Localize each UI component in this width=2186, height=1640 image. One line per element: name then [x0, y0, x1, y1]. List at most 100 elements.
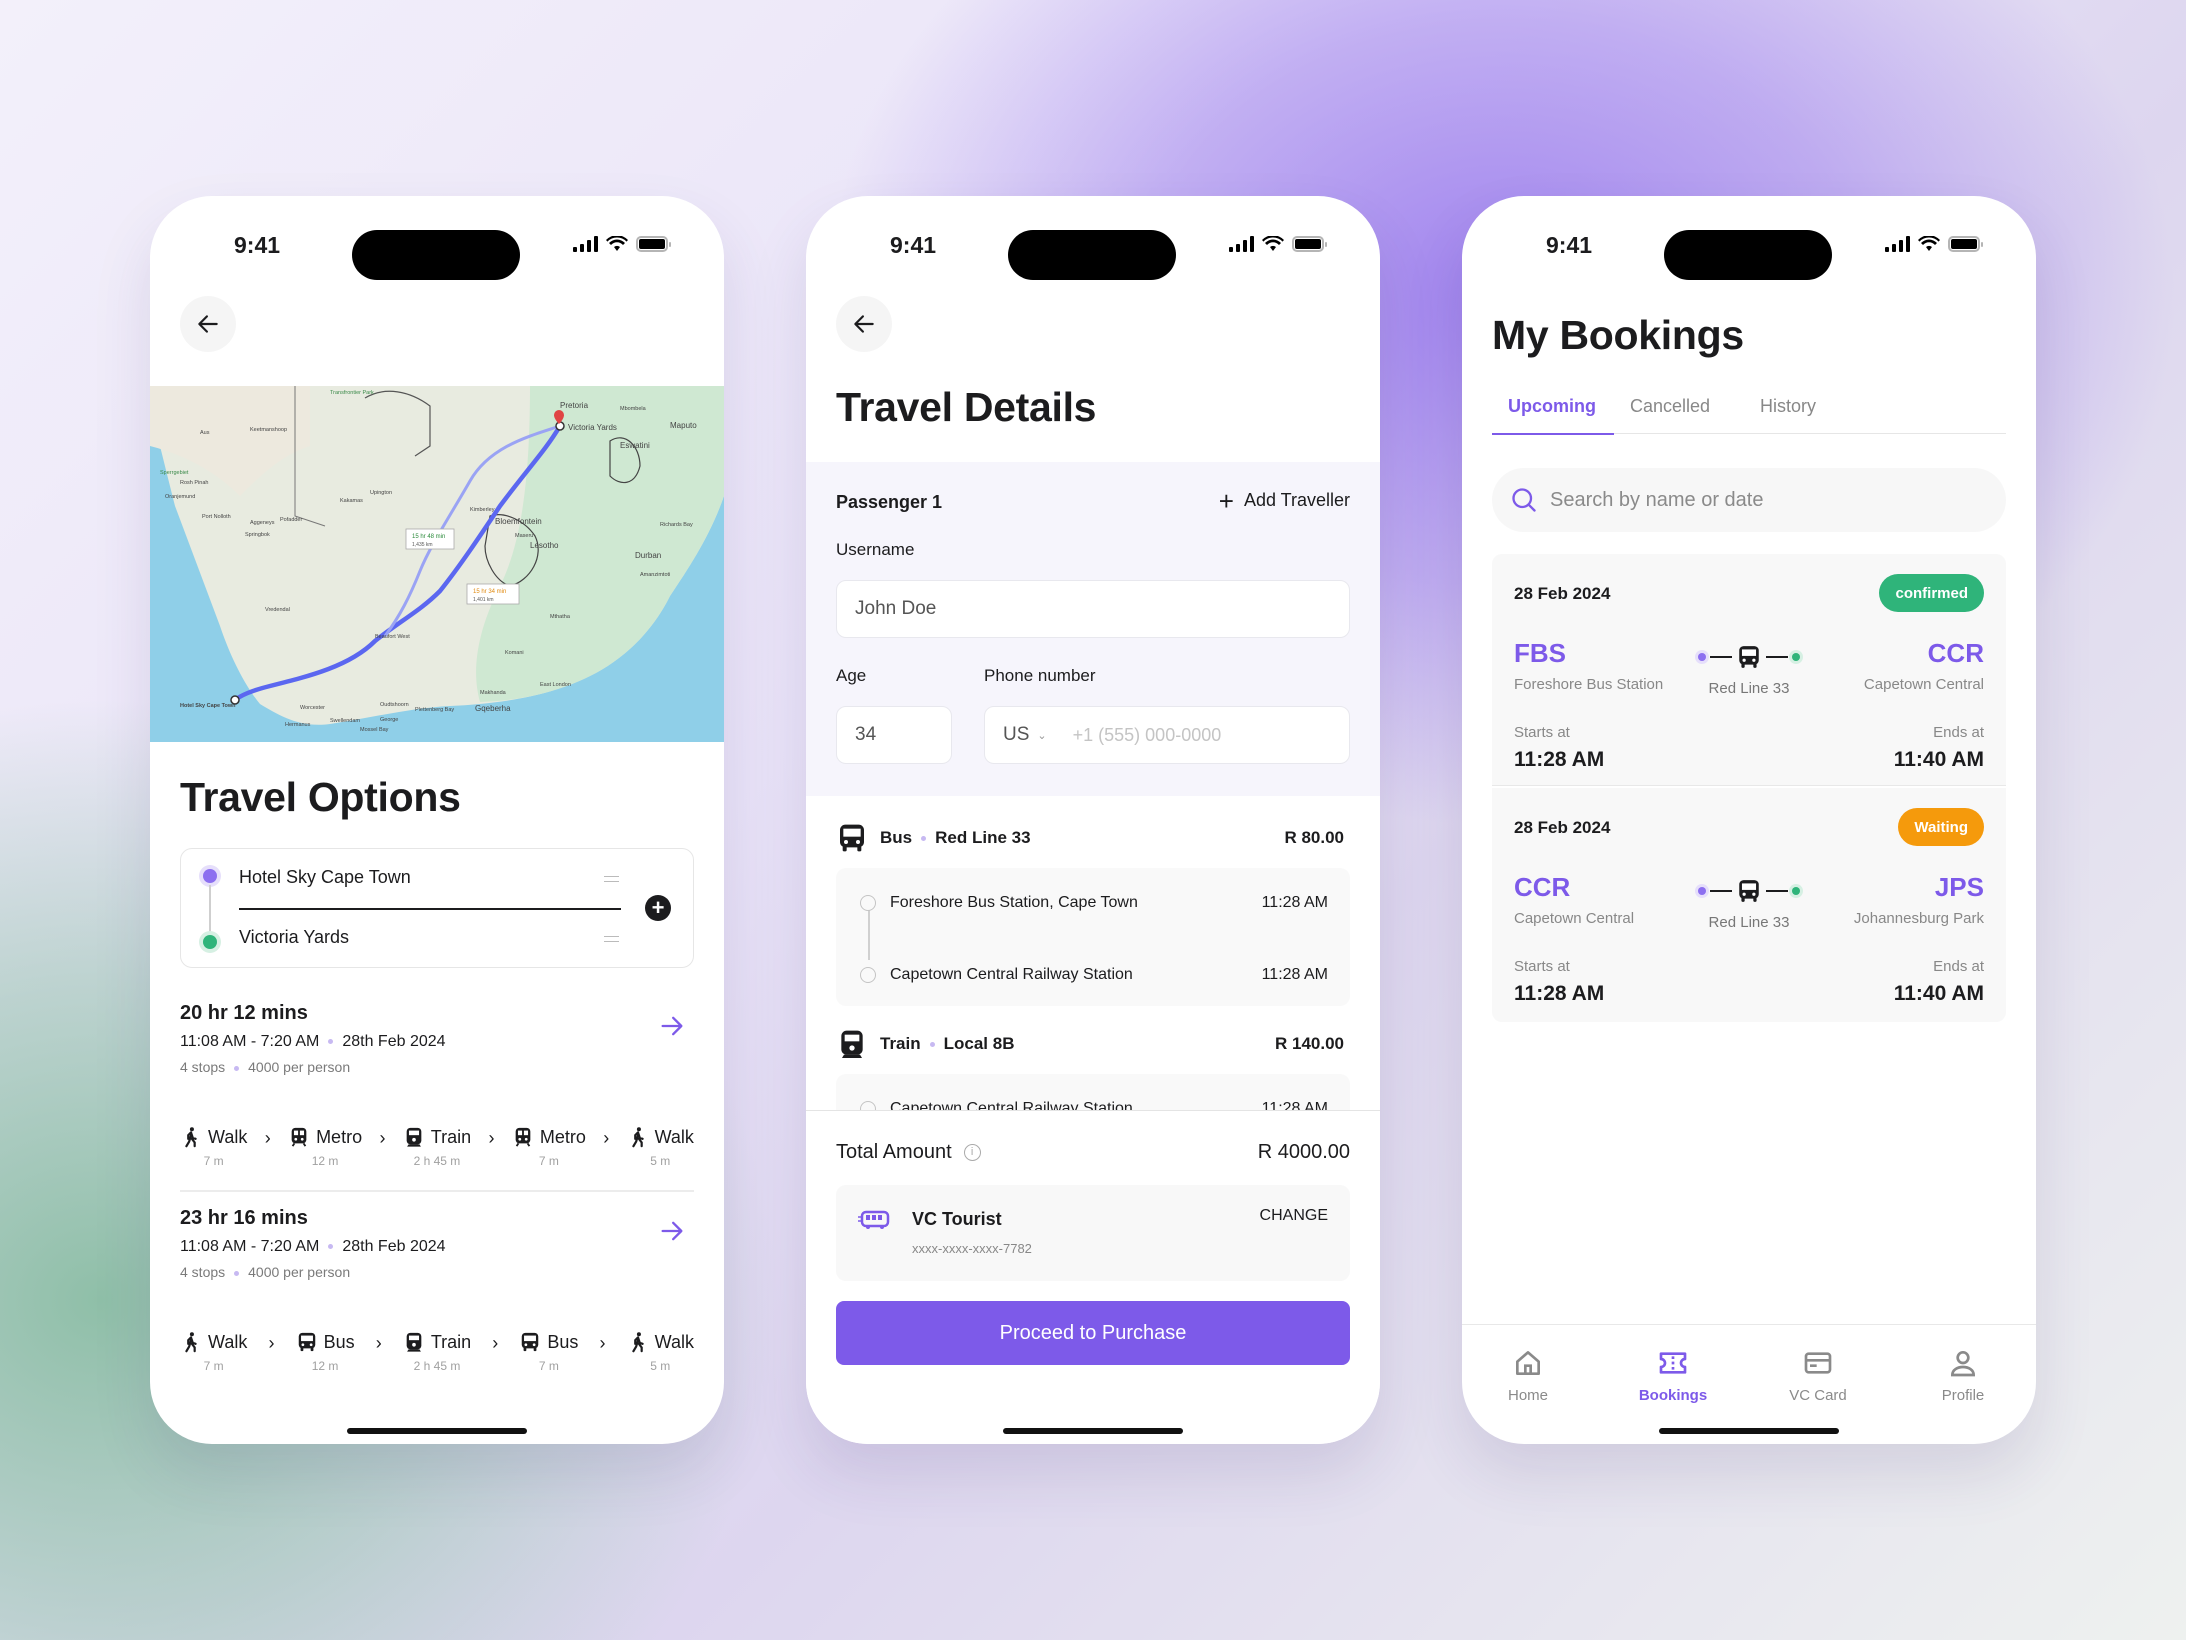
map-label: Eswatini	[620, 441, 650, 450]
map-label: Plettenberg Bay	[415, 707, 454, 713]
booking-date: 28 Feb 2024	[1514, 818, 1611, 837]
destination-name: Capetown Central	[1863, 676, 1984, 693]
chevron-right-icon: ›	[268, 1333, 275, 1353]
nav-label: Bookings	[1638, 1387, 1708, 1404]
map-label: Springbok	[245, 532, 270, 538]
map-route-primary-label: 15 hr 34 min	[473, 589, 506, 595]
booking-card[interactable]: 28 Feb 2024 confirmed FBS Foreshore Bus Sta…	[1492, 554, 2006, 786]
signal-icon	[1885, 236, 1910, 252]
nav-label: VC Card	[1789, 1387, 1847, 1404]
total-label: Total Amount	[836, 1141, 952, 1163]
leg-metro: Metro 7 m	[512, 1126, 586, 1168]
phone-field[interactable]: US ⌄ +1 (555) 000-0000	[984, 706, 1350, 764]
payment-card[interactable]: VC Tourist xxxx-xxxx-xxxx-7782 CHANGE	[836, 1185, 1350, 1281]
country-code-select[interactable]: US ⌄	[1003, 724, 1047, 746]
back-button[interactable]	[180, 296, 236, 352]
destination-name: Johannesburg Park	[1853, 910, 1984, 927]
arrow-right-icon	[658, 1012, 686, 1040]
map-label: Oudtshoorn	[380, 702, 409, 708]
bus-icon	[836, 822, 868, 854]
age-field[interactable]: 34	[836, 706, 952, 764]
leg-duration: 7 m	[203, 1359, 224, 1373]
option-stops: 4 stops	[180, 1264, 226, 1280]
wifi-icon	[1262, 236, 1284, 251]
home-indicator	[1659, 1428, 1839, 1434]
leg-duration: 7 m	[203, 1154, 224, 1168]
arrow-left-icon	[851, 311, 877, 337]
booking-card[interactable]: 28 Feb 2024 Waiting CCR Capetown Central JPS…	[1492, 788, 2006, 1022]
tab-cancelled[interactable]: Cancelled	[1630, 396, 1710, 417]
home-icon	[1516, 1351, 1540, 1375]
origin-dot	[1698, 887, 1706, 895]
change-card-button[interactable]: CHANGE	[1260, 1207, 1328, 1225]
phone-input[interactable]: +1 (555) 000-0000	[1073, 725, 1222, 746]
phone-label: Phone number	[984, 666, 1096, 685]
drag-handle-icon[interactable]	[604, 936, 619, 942]
map-label: Aus	[200, 430, 210, 436]
add-stop-button[interactable]: +	[645, 895, 671, 921]
travel-option[interactable]: 20 hr 12 mins 11:08 AM - 7:20 AM 28th Feb …	[180, 1002, 694, 1075]
nav-item-home[interactable]: Home	[1478, 1347, 1578, 1404]
leg-bus: Bus 7 m	[519, 1331, 578, 1373]
nav-item-profile[interactable]: Profile	[1913, 1347, 2013, 1404]
status-time: 9:41	[1546, 232, 1593, 258]
stop-time: 11:28 AM	[1261, 966, 1328, 983]
starts-label: Starts at	[1514, 724, 1570, 741]
leg-walk: Walk 5 m	[627, 1126, 694, 1168]
search-icon	[1512, 488, 1536, 512]
option-legs: Walk 7 m › Bus 12 m › Train 2 h 45 m › Bus 7 m › Wal…	[180, 1331, 694, 1373]
leg-mode: Walk	[654, 1126, 694, 1147]
map-label: Sperrgebiet	[160, 470, 189, 476]
vc-card-bus-icon	[858, 1210, 890, 1229]
start-time: 11:28 AM	[1514, 982, 1605, 1005]
nav-item-bookings[interactable]: Bookings	[1623, 1347, 1723, 1404]
route-map[interactable]: 15 hr 48 min 1,435 km 15 hr 34 min 1,401…	[150, 386, 724, 742]
card-name: VC Tourist	[912, 1209, 1002, 1229]
tab-upcoming[interactable]: Upcoming	[1508, 396, 1596, 417]
search-input[interactable]: Search by name or date	[1492, 468, 2006, 532]
card-number: xxxx-xxxx-xxxx-7782	[912, 1241, 1032, 1256]
stop-marker-icon	[860, 895, 876, 911]
bus-icon	[1736, 644, 1762, 670]
train-icon	[403, 1331, 425, 1353]
map-label: Mossel Bay	[360, 727, 389, 733]
leg-train: Train 2 h 45 m	[403, 1126, 471, 1168]
drag-handle-icon[interactable]	[604, 876, 619, 882]
map-label: Gqeberha	[475, 704, 511, 713]
dynamic-island	[1008, 230, 1176, 280]
option-date: 28th Feb 2024	[342, 1033, 446, 1050]
passenger-heading: Passenger 1	[836, 492, 943, 512]
map-label: East London	[540, 682, 571, 688]
active-tab-indicator	[1492, 432, 1614, 435]
leg-mode: Walk	[208, 1126, 248, 1147]
map-route-alt-label: 15 hr 48 min	[412, 534, 445, 540]
travel-option[interactable]: 23 hr 16 mins 11:08 AM - 7:20 AM 28th Feb …	[180, 1207, 694, 1280]
total-value: R 4000.00	[1257, 1141, 1350, 1163]
segment-price: R 80.00	[1284, 828, 1344, 847]
origin-input[interactable]: Hotel Sky Cape Town	[239, 867, 411, 888]
walk-icon	[627, 1331, 649, 1353]
destination-dot	[1792, 887, 1800, 895]
map-label: Durban	[635, 551, 661, 560]
open-option-button[interactable]	[658, 1217, 688, 1247]
chevron-right-icon: ›	[492, 1333, 499, 1353]
info-icon[interactable]: i	[963, 1144, 981, 1161]
leg-duration: 7 m	[538, 1359, 559, 1373]
metro-icon	[512, 1126, 534, 1148]
destination-input[interactable]: Victoria Yards	[239, 927, 349, 948]
add-traveller-button[interactable]: + Add Traveller	[1219, 488, 1350, 514]
start-time: 11:28 AM	[1514, 748, 1605, 771]
username-field[interactable]: John Doe	[836, 580, 1350, 638]
map-label: Vredendal	[265, 607, 290, 613]
arrow-left-icon	[195, 311, 221, 337]
battery-icon	[1292, 236, 1327, 252]
map-label: Amanzimtoti	[640, 572, 670, 578]
option-duration: 20 hr 12 mins	[180, 1002, 308, 1024]
proceed-to-purchase-button[interactable]: Proceed to Purchase	[836, 1301, 1350, 1365]
booking-date: 28 Feb 2024	[1514, 584, 1611, 603]
back-button[interactable]	[836, 296, 892, 352]
option-times: 11:08 AM - 7:20 AM 28th Feb 2024	[180, 1238, 446, 1255]
tab-history[interactable]: History	[1760, 396, 1816, 417]
open-option-button[interactable]	[658, 1012, 688, 1042]
nav-item-vc-card[interactable]: VC Card	[1768, 1347, 1868, 1404]
